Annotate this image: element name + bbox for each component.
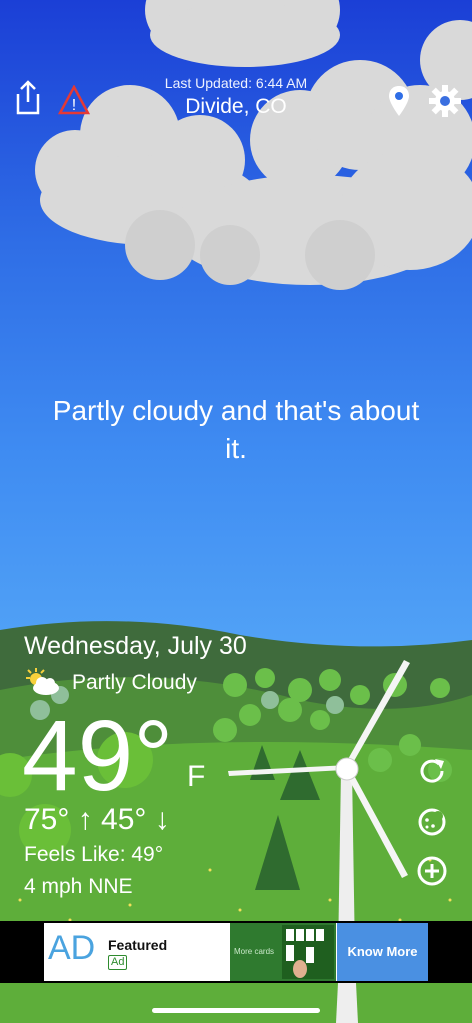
ad-logo: AD xyxy=(48,929,96,967)
ad-bar: AD Featured Ad More cards Know More xyxy=(0,921,472,983)
date-label: Wednesday, July 30 xyxy=(24,632,247,660)
cookie-icon[interactable] xyxy=(416,806,448,843)
hi-lo-temperature: 75° ↑ 45° ↓ xyxy=(24,803,170,836)
ad-image-caption: More cards xyxy=(234,947,275,956)
weather-scene xyxy=(0,0,472,1023)
ad-banner[interactable]: AD Featured Ad More cards Know More xyxy=(44,923,428,981)
weather-headline: Partly cloudy and that's about it. xyxy=(52,395,420,464)
refresh-icon[interactable] xyxy=(416,755,448,792)
card-game-illustration xyxy=(282,925,334,979)
temperature-unit[interactable]: F xyxy=(187,760,205,794)
ad-featured-label: Featured xyxy=(108,937,168,953)
ad-image: More cards xyxy=(230,923,336,981)
condition-label: Partly Cloudy xyxy=(72,671,197,694)
know-more-button[interactable]: Know More xyxy=(337,923,428,981)
location-pin-icon[interactable] xyxy=(388,85,410,122)
turbine-base xyxy=(336,983,358,1023)
wind-label: 4 mph NNE xyxy=(24,875,133,898)
ground-strip xyxy=(0,983,472,1023)
ad-tag: Ad xyxy=(108,955,128,970)
feels-like-label: Feels Like: 49° xyxy=(24,843,164,866)
gear-icon[interactable] xyxy=(428,84,462,123)
home-indicator[interactable] xyxy=(152,1008,320,1013)
partly-cloudy-icon xyxy=(22,666,62,703)
clouds-illustration xyxy=(35,0,472,290)
add-circle-icon[interactable] xyxy=(416,855,448,892)
temperature-value: 49° xyxy=(22,700,174,812)
